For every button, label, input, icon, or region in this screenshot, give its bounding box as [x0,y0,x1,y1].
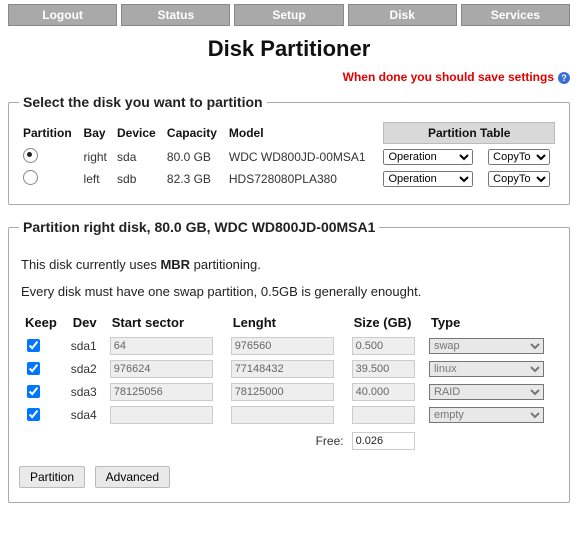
keep-checkbox[interactable] [27,385,40,398]
disk-radio[interactable] [23,170,38,185]
start-input[interactable] [110,406,213,424]
size-input[interactable] [352,383,415,401]
help-icon[interactable]: ? [558,72,570,84]
length-input[interactable] [231,406,334,424]
type-select[interactable]: RAID [429,384,544,400]
cell-dev: sda2 [67,357,106,380]
hdr-size: Size (GB) [348,311,425,334]
partition-row: sda3 RAID [19,380,559,403]
nav-status[interactable]: Status [121,4,230,26]
partition-row: sda2 linux [19,357,559,380]
cell-bay: left [80,168,113,190]
partition-row: sda4 empty [19,403,559,426]
size-input[interactable] [352,360,415,378]
page-title: Disk Partitioner [8,36,570,62]
type-select[interactable]: linux [429,361,544,377]
hdr-model: Model [225,120,380,146]
operation-select[interactable]: Operation [383,149,473,165]
info-mbr: This disk currently uses MBR partitionin… [21,257,557,272]
keep-checkbox[interactable] [27,362,40,375]
hdr-partition-table: Partition Table [383,122,555,144]
cell-dev: sda3 [67,380,106,403]
length-input[interactable] [231,360,334,378]
cell-dev: sda4 [67,403,106,426]
keep-checkbox[interactable] [27,408,40,421]
disk-row: left sdb 82.3 GB HDS728080PLA380 Operati… [19,168,559,190]
keep-checkbox[interactable] [27,339,40,352]
info-swap: Every disk must have one swap partition,… [21,284,557,299]
disk-select-box: Select the disk you want to partition Pa… [8,94,570,205]
nav-setup[interactable]: Setup [234,4,343,26]
hdr-dev: Dev [67,311,106,334]
advanced-button[interactable]: Advanced [95,466,170,488]
free-value [352,432,415,450]
top-nav: Logout Status Setup Disk Services [8,4,570,26]
cell-dev: sda1 [67,334,106,357]
cell-cap: 82.3 GB [163,168,225,190]
hdr-start: Start sector [106,311,227,334]
hdr-len: Lenght [227,311,348,334]
hdr-partition: Partition [19,120,80,146]
copyto-select[interactable]: CopyTo [488,171,550,187]
cell-dev: sda [113,146,163,168]
disk-select-legend: Select the disk you want to partition [19,94,267,110]
hdr-capacity: Capacity [163,120,225,146]
size-input[interactable] [352,337,415,355]
hdr-type: Type [425,311,559,334]
nav-disk[interactable]: Disk [348,4,457,26]
nav-logout[interactable]: Logout [8,4,117,26]
partition-row: sda1 swap [19,334,559,357]
type-select[interactable]: empty [429,407,544,423]
partition-legend: Partition right disk, 80.0 GB, WDC WD800… [19,219,379,235]
size-input[interactable] [352,406,415,424]
start-input[interactable] [110,383,213,401]
cell-dev: sdb [113,168,163,190]
save-warning: When done you should save settings? [8,70,570,84]
cell-model: HDS728080PLA380 [225,168,380,190]
length-input[interactable] [231,337,334,355]
hdr-bay: Bay [80,120,113,146]
cell-cap: 80.0 GB [163,146,225,168]
hdr-device: Device [113,120,163,146]
disk-row: right sda 80.0 GB WDC WD800JD-00MSA1 Ope… [19,146,559,168]
hdr-keep: Keep [19,311,67,334]
cell-model: WDC WD800JD-00MSA1 [225,146,380,168]
start-input[interactable] [110,360,213,378]
free-label: Free: [227,426,348,452]
start-input[interactable] [110,337,213,355]
partition-box: Partition right disk, 80.0 GB, WDC WD800… [8,219,570,503]
partition-button[interactable]: Partition [19,466,85,488]
copyto-select[interactable]: CopyTo [488,149,550,165]
length-input[interactable] [231,383,334,401]
cell-bay: right [80,146,113,168]
type-select[interactable]: swap [429,338,544,354]
disk-radio[interactable] [23,148,38,163]
nav-services[interactable]: Services [461,4,570,26]
operation-select[interactable]: Operation [383,171,473,187]
